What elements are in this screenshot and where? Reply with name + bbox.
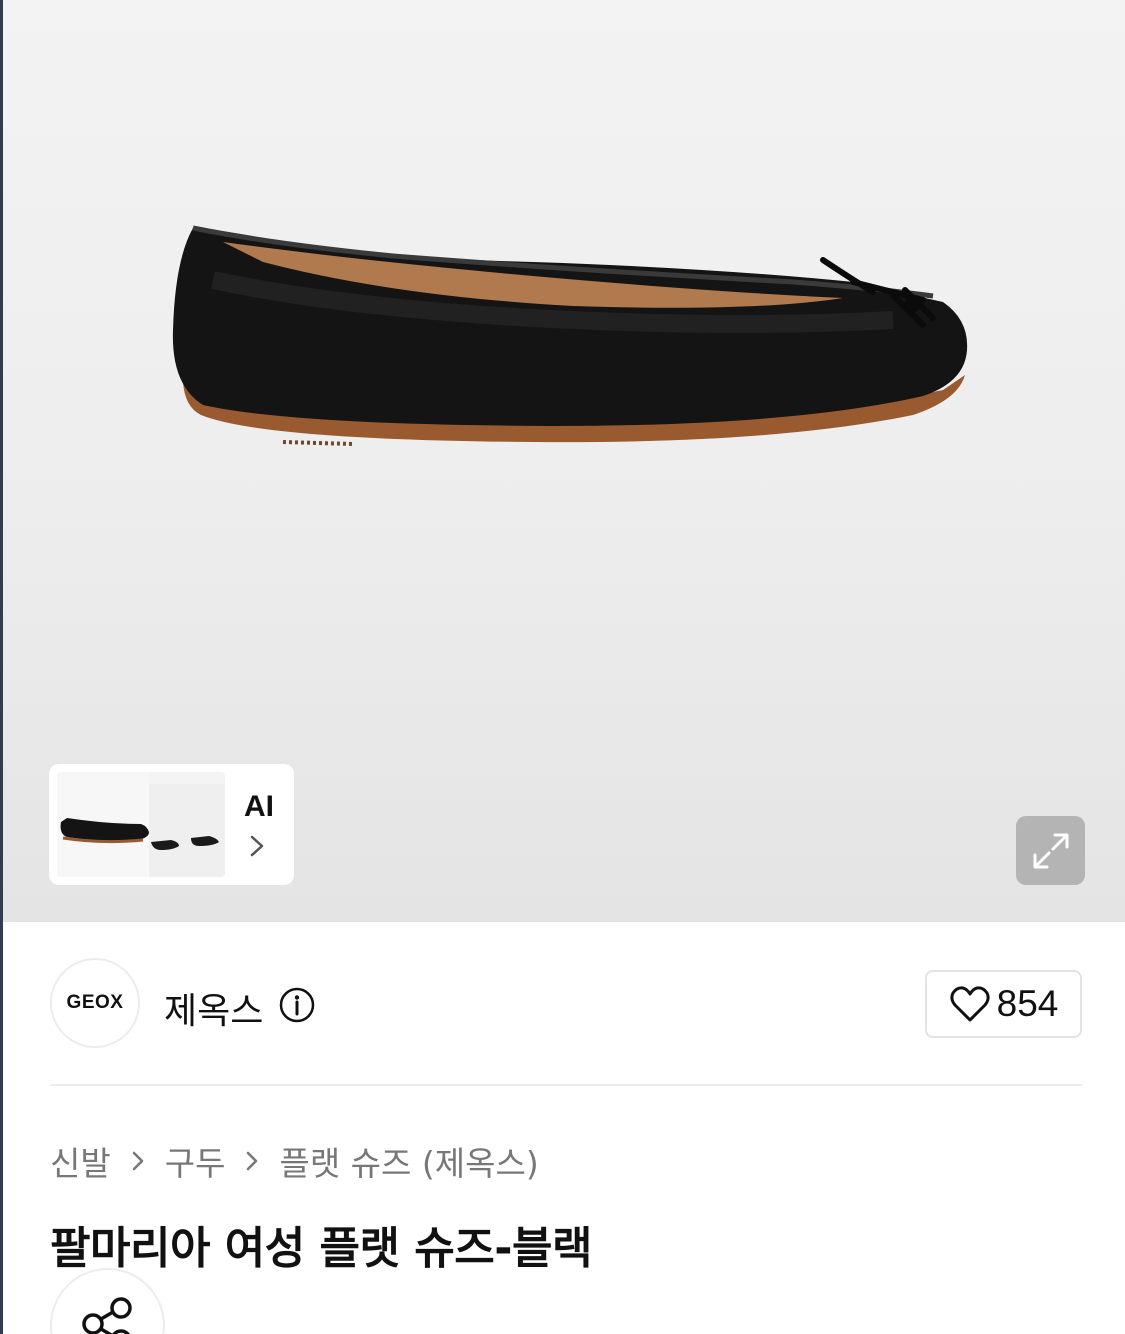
breadcrumb-item-dress-shoes[interactable]: 구두 [165, 1137, 226, 1185]
breadcrumb-item-shoes[interactable]: 신발 [50, 1137, 111, 1185]
expand-image-button[interactable] [1016, 816, 1085, 885]
chevron-right-icon [247, 1151, 258, 1171]
product-title: 팔마리아 여성 플랫 슈즈-블랙 [50, 1223, 592, 1274]
ai-label: AI [244, 790, 274, 823]
info-icon[interactable] [278, 986, 316, 1024]
divider [50, 1084, 1082, 1086]
share-button[interactable] [50, 1268, 165, 1334]
brand-row: GEOX 제옥스 854 [50, 958, 1082, 1050]
breadcrumb-item-flat-shoes[interactable]: 플랫 슈즈 (제옥스) [279, 1137, 538, 1185]
product-main-image [172, 225, 968, 446]
brand-name[interactable]: 제옥스 [164, 982, 263, 1034]
expand-icon [1033, 833, 1068, 868]
product-image-gallery[interactable]: AI [3, 0, 1125, 922]
chevron-right-icon [250, 835, 264, 857]
brand-logo-text: GEOX [66, 992, 124, 1013]
breadcrumb: 신발 구두 플랫 슈즈 (제옥스) [50, 1137, 539, 1185]
ai-thumbnail-image [57, 772, 225, 877]
like-count: 854 [996, 983, 1059, 1024]
brand-logo[interactable]: GEOX [50, 958, 140, 1048]
ai-image-thumbnail-card[interactable]: AI [49, 764, 294, 885]
window-edge [0, 0, 3, 1334]
heart-icon [950, 986, 990, 1022]
chevron-right-icon [132, 1151, 143, 1171]
like-button[interactable]: 854 [925, 970, 1082, 1038]
share-icon [82, 1297, 132, 1334]
